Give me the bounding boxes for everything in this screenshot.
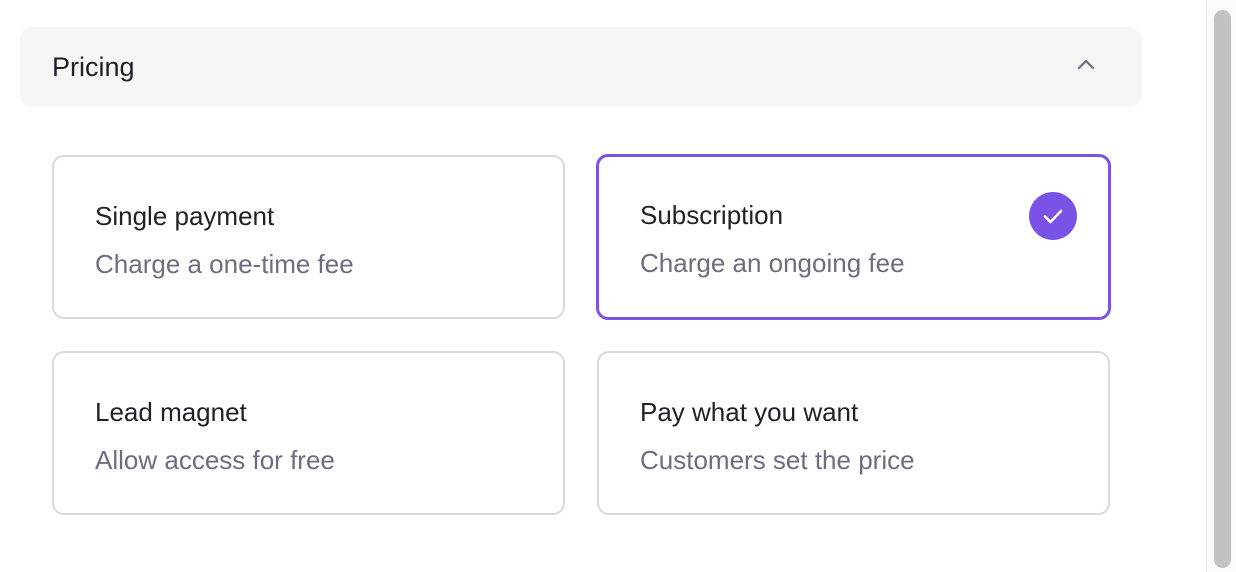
option-title: Single payment — [95, 201, 275, 231]
scrollbar-thumb[interactable] — [1214, 10, 1231, 568]
option-subscription[interactable]: Subscription Charge an ongoing fee — [596, 154, 1111, 320]
chevron-up-icon[interactable] — [1074, 53, 1098, 77]
option-description: Charge an ongoing fee — [640, 248, 905, 278]
pricing-section-header[interactable]: Pricing — [20, 27, 1142, 107]
option-description: Charge a one-time fee — [95, 249, 354, 279]
scrollbar-track[interactable] — [1206, 0, 1236, 572]
option-single-payment[interactable]: Single payment Charge a one-time fee — [52, 155, 565, 319]
section-title: Pricing — [52, 52, 135, 82]
option-pay-what-you-want[interactable]: Pay what you want Customers set the pric… — [597, 351, 1110, 515]
checkmark-icon — [1029, 192, 1077, 240]
option-description: Customers set the price — [640, 445, 915, 475]
pricing-page: Pricing Single payment Charge a one-time… — [0, 0, 1236, 572]
option-title: Lead magnet — [95, 397, 247, 427]
option-title: Subscription — [640, 200, 784, 230]
option-description: Allow access for free — [95, 445, 335, 475]
option-lead-magnet[interactable]: Lead magnet Allow access for free — [52, 351, 565, 515]
option-title: Pay what you want — [640, 397, 859, 427]
